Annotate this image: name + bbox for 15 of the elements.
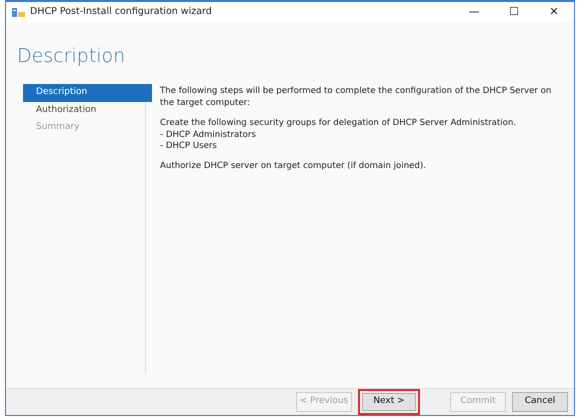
maximize-button[interactable]: ☐ [494,4,534,20]
list-item: - DHCP Administrators [160,130,257,142]
close-button[interactable]: ✕ [534,4,574,20]
wizard-button[interactable]: Cancel [512,392,568,412]
paragraph: Create the following security groups for delegation of DHCP Server Administration. [160,118,518,130]
wizard-button[interactable]: Next > [358,389,420,415]
list-item: - DHCP Users [160,141,218,153]
wizard-step[interactable]: Authorization [23,102,152,119]
minimize-button[interactable]: — [454,4,494,20]
paragraph: Authorize DHCP server on target computer (if domain joined). [160,160,427,173]
page-heading: Description [16,44,126,69]
window-title: DHCP Post-Install configuration wizard [30,4,212,19]
paragraph: The following steps will be performed to complete the configuration of the DHCP Server on the target computer: [160,86,552,110]
server-icon [12,6,25,18]
wizard-step[interactable]: Description [23,84,152,102]
